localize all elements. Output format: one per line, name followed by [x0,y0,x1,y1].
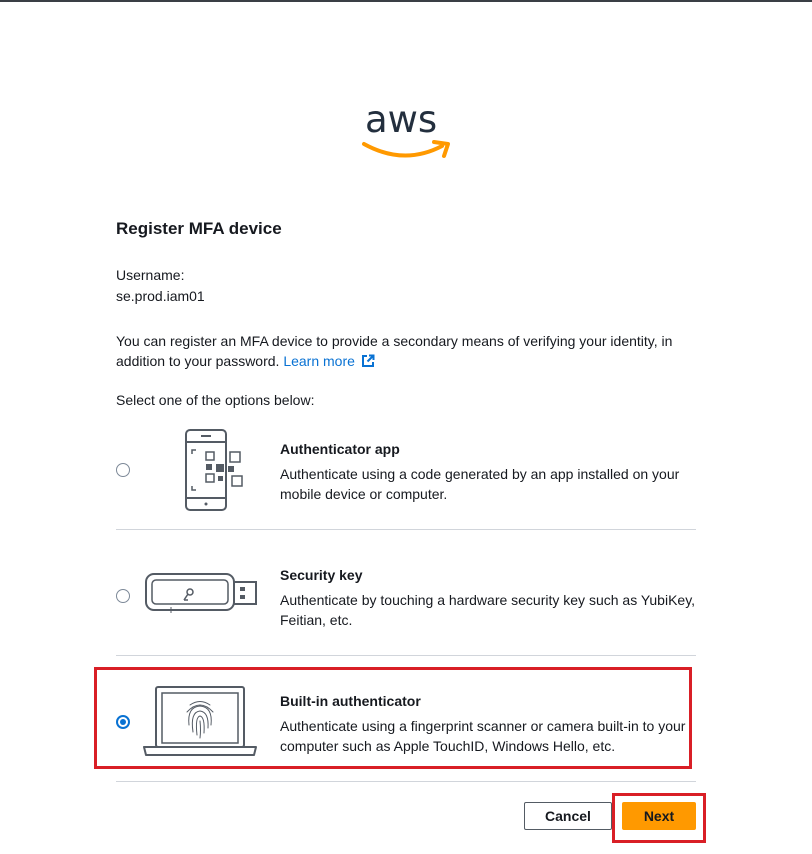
aws-smile-icon [362,140,450,158]
intro-paragraph: You can register an MFA device to provid… [116,331,706,371]
aws-logo: aws [358,100,458,162]
next-button[interactable]: Next [622,802,696,830]
option-desc-authenticator-app: Authenticate using a code generated by a… [280,466,680,502]
page-title: Register MFA device [116,219,282,238]
option-divider [116,781,696,782]
top-border [0,0,812,2]
intro-text: You can register an MFA device to provid… [116,333,673,369]
radio-security-key[interactable] [116,589,130,603]
option-divider [116,655,696,656]
learn-more-link[interactable]: Learn more [283,353,375,369]
radio-authenticator-app[interactable] [116,463,130,477]
usb-key-icon [145,573,257,614]
cancel-button[interactable]: Cancel [524,802,612,830]
aws-logo-text: aws [365,98,438,141]
username-value: se.prod.iam01 [116,288,205,304]
external-link-icon [361,354,375,367]
option-title-authenticator-app: Authenticator app [280,441,400,457]
option-divider [116,529,696,530]
option-desc-security-key: Authenticate by touching a hardware secu… [280,592,696,628]
instruction-text: Select one of the options below: [116,392,315,408]
username-label: Username: [116,267,185,283]
phone-qr-icon [185,429,243,511]
learn-more-label: Learn more [283,353,355,369]
highlight-box-built-in-authenticator [94,667,692,769]
option-title-security-key: Security key [280,567,363,583]
